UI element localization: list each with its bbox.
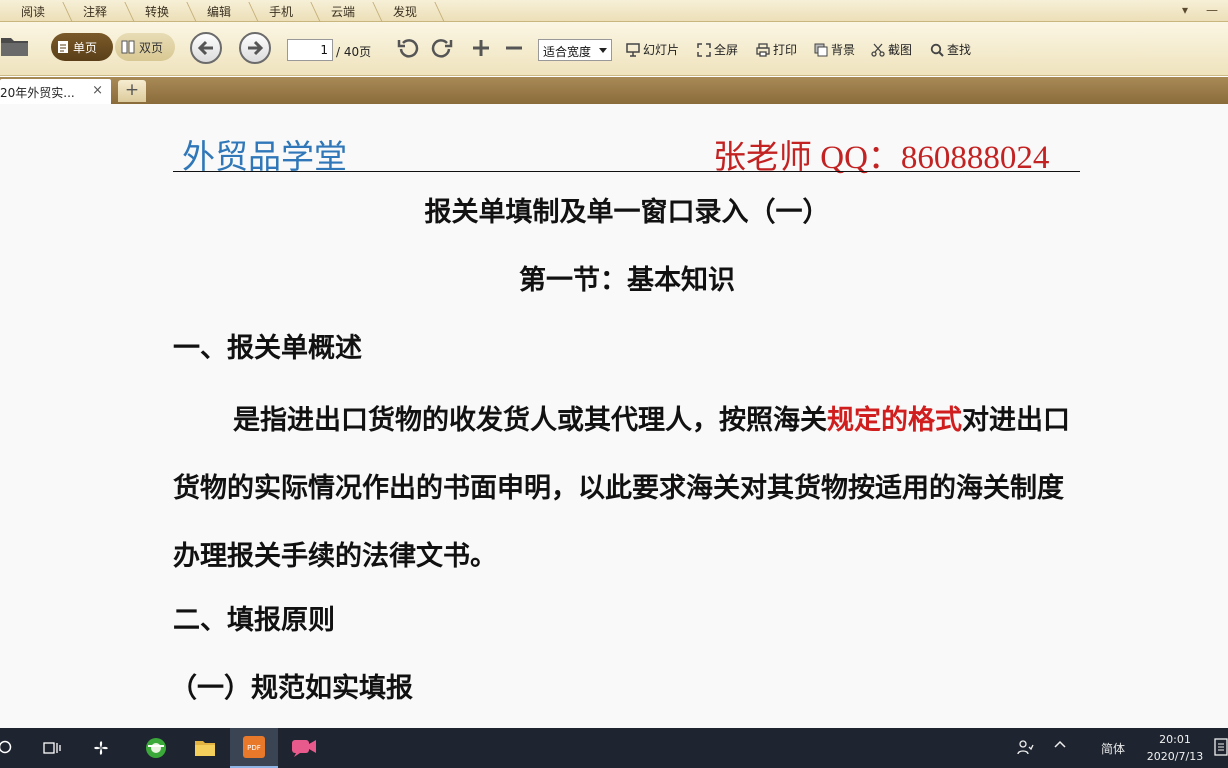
rotate-left-icon[interactable] (396, 36, 420, 60)
screenshot-label: 截图 (888, 43, 913, 57)
document-title: 报关单填制及单一窗口录入（一） (424, 197, 830, 228)
paragraph-highlight: 规定的格式 (827, 405, 962, 436)
video-app-icon[interactable] (280, 728, 328, 768)
fullscreen-button[interactable]: 全屏 (697, 41, 738, 58)
chevron-down-icon (599, 48, 607, 53)
background-label: 背景 (831, 43, 856, 57)
document-tab-label: 20年外贸实... (0, 86, 75, 100)
system-clock[interactable]: 20:01 2020/7/13 (1144, 731, 1206, 765)
paragraph-text-start: 是指进出口货物的收发货人或其代理人，按照海关 (233, 405, 827, 436)
zoom-mode-value: 适合宽度 (543, 45, 592, 59)
task-view-icon[interactable] (28, 728, 76, 768)
document-tab-bar: 20年外贸实... × + (0, 77, 1228, 104)
close-icon[interactable]: × (92, 83, 103, 98)
menu-bar: 阅读 注释 转换 编辑 手机 云端 发现 ▾ — (0, 0, 1228, 22)
people-icon[interactable] (1016, 738, 1034, 759)
background-button[interactable]: 背景 (814, 41, 855, 58)
next-page-button[interactable] (239, 32, 271, 64)
taskbar: PDF 简体 20:01 2020/7/13 (0, 728, 1228, 768)
menu-tab-mobile[interactable]: 手机 (250, 0, 312, 22)
menu-tab-cloud[interactable]: 云端 (312, 0, 374, 22)
pinwheel-app-icon[interactable] (77, 728, 125, 768)
search-icon (930, 43, 944, 57)
double-page-icon (121, 40, 135, 54)
slideshow-label: 幻灯片 (643, 43, 680, 57)
fullscreen-label: 全屏 (714, 43, 739, 57)
find-button[interactable]: 查找 (930, 41, 971, 58)
menu-tab-convert[interactable]: 转换 (126, 0, 188, 22)
print-button[interactable]: 打印 (756, 41, 797, 58)
file-explorer-icon[interactable] (181, 728, 229, 768)
prev-page-button[interactable] (190, 32, 222, 64)
print-label: 打印 (773, 43, 798, 57)
zoom-in-icon[interactable] (469, 36, 493, 60)
chevron-up-icon[interactable] (1052, 736, 1068, 755)
pdf-reader-app-icon[interactable]: PDF (230, 728, 278, 768)
menu-tab-read[interactable]: 阅读 (2, 0, 64, 22)
svg-text:PDF: PDF (247, 744, 261, 752)
background-icon (814, 43, 828, 56)
screenshot-button[interactable]: 截图 (871, 41, 912, 58)
arrow-right-icon (248, 40, 264, 56)
slideshow-button[interactable]: 幻灯片 (626, 41, 679, 58)
section-heading-overview: 一、报关单概述 (173, 333, 362, 364)
toolbar: 单页 双页 1 / 40页 适合宽度 幻灯片 全屏 打印 背景 截图 查找 (0, 22, 1228, 76)
clock-date: 2020/7/13 (1146, 750, 1204, 763)
clock-time: 20:01 (1159, 733, 1191, 746)
find-label: 查找 (947, 43, 972, 57)
rotate-right-icon[interactable] (430, 36, 454, 60)
open-folder-icon[interactable] (0, 34, 30, 58)
double-page-button[interactable]: 双页 (115, 33, 175, 61)
slideshow-icon (626, 42, 640, 57)
notification-icon[interactable] (1214, 738, 1228, 759)
menu-dropdown-icon[interactable]: ▾ (1182, 3, 1188, 17)
double-page-label: 双页 (139, 40, 164, 55)
page-number-input[interactable]: 1 (287, 39, 333, 61)
page-total: / 40页 (336, 45, 372, 59)
ime-indicator[interactable]: 简体 (1101, 740, 1125, 757)
fullscreen-icon (697, 42, 711, 57)
subsection-heading: （一）规范如实填报 (170, 673, 413, 704)
zoom-out-icon[interactable] (502, 36, 526, 60)
menu-tab-edit[interactable]: 编辑 (188, 0, 250, 22)
page-icon (58, 41, 68, 53)
document-tab[interactable]: 20年外贸实... × (0, 79, 111, 104)
overview-paragraph: 是指进出口货物的收发货人或其代理人，按照海关规定的格式对进出口货物的实际情况作出… (173, 387, 1083, 591)
document-subtitle: 第一节：基本知识 (519, 265, 735, 296)
new-tab-button[interactable]: + (118, 80, 146, 102)
menu-tab-annotate[interactable]: 注释 (64, 0, 126, 22)
scissors-icon (871, 43, 885, 57)
single-page-button[interactable]: 单页 (51, 33, 113, 61)
menu-tab-discover[interactable]: 发现 (374, 0, 436, 22)
section-heading-principles: 二、填报原则 (173, 605, 335, 636)
header-divider (173, 171, 1080, 172)
zoom-mode-select[interactable]: 适合宽度 (538, 39, 612, 61)
minimize-icon[interactable]: — (1206, 3, 1218, 17)
single-page-label: 单页 (73, 40, 98, 55)
printer-icon (756, 42, 770, 57)
arrow-left-icon (197, 40, 213, 56)
browser-app-icon[interactable] (132, 728, 180, 768)
search-taskbar-icon[interactable] (0, 728, 30, 768)
document-page: 外贸品学堂 张老师 QQ：860888024 报关单填制及单一窗口录入（一） 第… (0, 104, 1228, 728)
